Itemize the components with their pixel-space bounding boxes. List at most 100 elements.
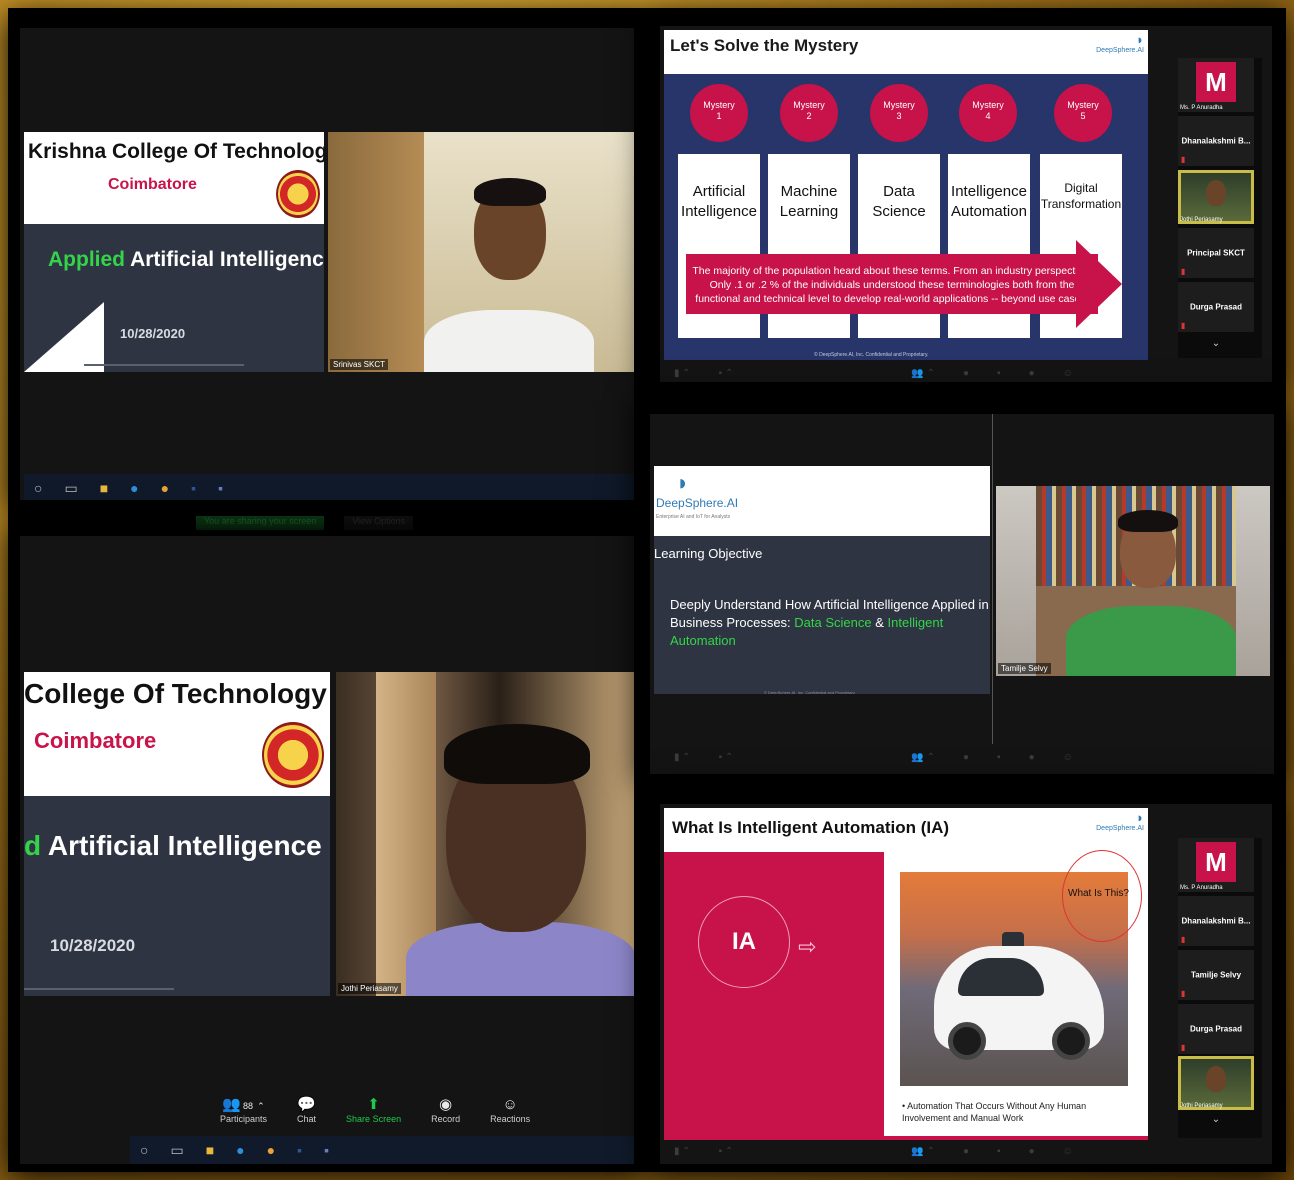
panel-bottom-left: College Of Technology Coimbatore d Artif… [20,536,634,1164]
participant-tile[interactable]: Jothi Periasamy [1178,1056,1254,1110]
ia-slide: What Is Intelligent Automation (IA) ◗ De… [664,808,1148,1140]
camera-name-label: Jothi Periasamy [338,983,401,994]
participant-tile[interactable]: Tamilje Selvy ▮ [1178,950,1254,1000]
participant-tile[interactable]: Durga Prasad ▮ [1178,1004,1254,1054]
chevron-up-icon[interactable]: ⌃ [257,1101,265,1111]
learning-objective-slide: ◗ DeepSphere.AI Enterprise AI and IoT fo… [654,466,990,694]
mystery-badge-5: Mystery 5 [1054,84,1112,142]
deepsphere-logo: ◗ DeepSphere.AI [1096,810,1144,832]
camera-name-label: Srinivas SKCT [330,359,389,370]
participants-button[interactable]: 👥 88 ⌃ Participants [220,1096,267,1124]
mystery-slide: Let's Solve the Mystery ◗ DeepSphere.AI … [664,30,1148,360]
camera-video[interactable]: Tamilje Selvy [996,486,1270,676]
chrome-icon[interactable]: ● [267,1142,275,1158]
edge-icon[interactable]: ● [236,1142,244,1158]
mic-muted-icon: ▮ [1181,1043,1186,1052]
word-icon[interactable]: ▪ [297,1142,302,1158]
mic-muted-icon: ▮ [1181,989,1186,998]
chat-button[interactable]: 💬 Chat [297,1096,316,1124]
college-crest-logo [276,170,320,218]
search-icon[interactable]: ○ [140,1142,148,1158]
college-name: College Of Technology [24,678,327,709]
slide-body: Deeply Understand How Artificial Intelli… [670,597,989,648]
participant-tile[interactable]: M Ms. P Anuradha [1178,838,1254,892]
college-crest-logo [262,722,324,788]
panel-middle-right: ◗ DeepSphere.AI Enterprise AI and IoT fo… [650,414,1274,774]
deepsphere-logo: ◗ DeepSphere.AI [1096,32,1144,54]
camera-name-label: Tamilje Selvy [998,663,1051,674]
word-icon[interactable]: ▪ [191,480,196,496]
panel-top-right: Let's Solve the Mystery ◗ DeepSphere.AI … [660,26,1272,382]
camera-video[interactable]: Srinivas SKCT [328,132,634,372]
reactions-button[interactable]: ☺ Reactions [490,1096,530,1124]
participant-strip: M Ms. P Anuradha Dhanalakshmi B... ▮ Tam… [1178,838,1262,1138]
record-button[interactable]: ◉ Record [431,1096,460,1124]
chrome-icon[interactable]: ● [161,480,169,496]
app-icon[interactable]: ▪ [324,1142,329,1158]
camera-video[interactable]: Jothi Periasamy [336,672,634,996]
zoom-toolbar-dim: ▮ ⌃ ▪ ⌃ 👥 ⌃ ● ▪ ● ☺ [674,1145,1073,1157]
college-city: Coimbatore [108,176,197,193]
deepsphere-logo-icon: ◗ [676,470,690,495]
share-screen-button[interactable]: ⬆ Share Screen [346,1096,401,1124]
person-face [1206,1066,1226,1092]
deepsphere-logo: ◗ DeepSphere.AI [656,470,739,510]
panel-top-left: Krishna College Of Technology Coimbatore… [20,28,634,500]
file-explorer-icon[interactable]: ■ [206,1142,214,1158]
deepsphere-logo-icon: ◗ [1136,810,1144,825]
mystery-badge-4: Mystery 4 [959,84,1017,142]
mic-muted-icon: ▮ [1181,935,1186,944]
slide-corner-decoration [24,302,104,372]
record-icon: ◉ [439,1096,453,1113]
slide-date: 10/28/2020 [50,936,136,955]
participants-icon: 👥 [222,1096,241,1113]
college-slide: College Of Technology Coimbatore d Artif… [24,672,330,996]
slide-title: d Artificial Intelligence [24,830,322,861]
task-view-icon[interactable]: ▭ [170,1142,183,1159]
participant-tile[interactable]: Principal SKCT ▮ [1178,228,1254,278]
participant-strip: M Ms. P Anuradha Dhanalakshmi B... ▮ Jot… [1178,58,1262,358]
app-icon[interactable]: ▪ [218,480,223,496]
arrow-right-icon: ⇨ [798,934,817,959]
file-explorer-icon[interactable]: ■ [100,480,108,496]
zoom-toolbar: 👥 88 ⌃ Participants 💬 Chat ⬆ Share Screen… [220,1096,530,1124]
mystery-arrow-text: The majority of the population heard abo… [686,254,1098,314]
task-view-icon[interactable]: ▭ [64,480,77,497]
arrow-head [1076,240,1122,328]
avatar: M [1196,62,1236,102]
share-screen-icon: ⬆ [367,1096,380,1113]
mic-muted-icon: ▮ [1181,321,1186,330]
slide-title: Learning Objective [654,546,763,561]
participant-tile[interactable]: Dhanalakshmi B... ▮ [1178,116,1254,166]
college-slide: Krishna College Of Technology Coimbatore… [24,132,324,372]
view-options-button[interactable]: View Options [344,516,414,530]
avatar: M [1196,842,1236,882]
screen-share-bar: You are sharing your screen View Options [196,516,462,530]
divider [992,414,993,744]
slide-bullet: • Automation That Occurs Without Any Hum… [902,1101,1087,1123]
college-city: Coimbatore [34,728,157,753]
participant-tile[interactable]: Dhanalakshmi B... ▮ [1178,896,1254,946]
slide-date: 10/28/2020 [120,326,186,341]
slide-title: Applied Artificial Intelligence [48,248,324,271]
search-icon[interactable]: ○ [34,480,42,496]
participant-tile[interactable]: M Ms. P Anuradha [1178,58,1254,112]
edge-icon[interactable]: ● [130,480,138,496]
college-name: Krishna College Of Technology [28,140,324,163]
person-face [1206,180,1226,206]
deepsphere-logo-icon: ◗ [1136,32,1144,47]
chat-icon: 💬 [297,1096,316,1113]
windows-taskbar: ○ ▭ ■ ● ● ▪ ▪ [130,1136,634,1164]
slide-title: Let's Solve the Mystery [670,36,859,55]
participant-tile[interactable]: Jothi Periasamy [1178,170,1254,224]
mystery-badge-1: Mystery 1 [690,84,748,142]
mystery-badge-2: Mystery 2 [780,84,838,142]
panel-bottom-right: What Is Intelligent Automation (IA) ◗ De… [660,804,1272,1164]
mic-muted-icon: ▮ [1181,267,1186,276]
mystery-badge-3: Mystery 3 [870,84,928,142]
chevron-down-icon[interactable]: ⌄ [1178,1114,1254,1125]
callout-text: What Is This? [1068,888,1129,899]
participant-tile[interactable]: Durga Prasad ▮ [1178,282,1254,332]
zoom-toolbar-dim: ▮ ⌃ ▪ ⌃ 👥 ⌃ ● ▪ ● ☺ [674,367,1073,379]
chevron-down-icon[interactable]: ⌄ [1178,338,1254,349]
